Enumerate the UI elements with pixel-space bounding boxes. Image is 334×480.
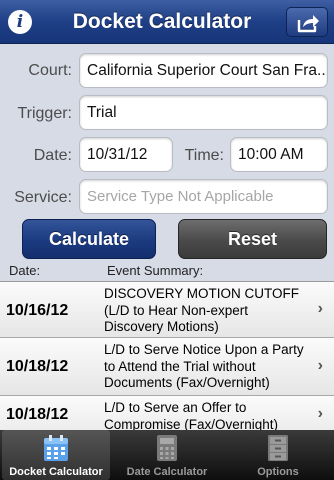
- tab-docket-calculator[interactable]: Docket Calculator: [2, 430, 110, 480]
- event-date: 10/16/12: [6, 302, 69, 319]
- date-field[interactable]: 10/31/12: [79, 137, 173, 172]
- date-column-header: Date:: [9, 263, 41, 278]
- summary-column-header: Event Summary:: [107, 263, 204, 278]
- trigger-field[interactable]: Trial: [79, 95, 328, 130]
- tab-label: Date Calculator: [126, 466, 208, 478]
- tab-bar: Docket Calculator Date Calculator Option…: [0, 430, 334, 480]
- event-summary: DISCOVERY MOTION CUTOFF (L/D to Hear Non…: [104, 286, 300, 334]
- court-label: Court:: [28, 62, 72, 79]
- chevron-right-icon: ›: [317, 405, 323, 422]
- time-field[interactable]: 10:00 AM: [230, 137, 328, 172]
- trigger-label: Trigger:: [17, 105, 72, 122]
- tab-label: Docket Calculator: [9, 466, 103, 478]
- event-summary: L/D to Serve Notice Upon a Party to Atte…: [104, 342, 304, 390]
- page-title: Docket Calculator: [72, 10, 252, 33]
- service-field[interactable]: Service Type Not Applicable: [79, 179, 328, 214]
- event-date: 10/18/12: [6, 358, 69, 375]
- tab-options[interactable]: Options: [224, 430, 332, 480]
- list-item[interactable]: 10/18/12 L/D to Serve an Offer to Compro…: [0, 396, 334, 430]
- share-icon: [297, 15, 319, 33]
- calculate-button[interactable]: Calculate: [22, 219, 156, 259]
- results-list: 10/16/12 DISCOVERY MOTION CUTOFF (L/D to…: [0, 281, 334, 430]
- calculator-icon: [157, 435, 177, 461]
- chevron-right-icon: ›: [317, 300, 323, 317]
- chevron-right-icon: ›: [317, 357, 323, 374]
- date-label: Date:: [33, 147, 72, 164]
- calendar-icon: [44, 435, 68, 461]
- file-cabinet-icon: [268, 435, 288, 461]
- event-summary: L/D to Serve an Offer to Compromise (Fax…: [104, 400, 279, 430]
- time-label: Time:: [184, 147, 224, 164]
- tab-label: Options: [257, 466, 299, 478]
- list-item[interactable]: 10/16/12 DISCOVERY MOTION CUTOFF (L/D to…: [0, 282, 334, 338]
- list-item[interactable]: 10/18/12 L/D to Serve Notice Upon a Part…: [0, 338, 334, 396]
- reset-button[interactable]: Reset: [178, 219, 327, 259]
- event-date: 10/18/12: [6, 406, 69, 423]
- navigation-bar: i Docket Calculator: [0, 0, 334, 44]
- info-icon[interactable]: i: [8, 10, 32, 34]
- service-label: Service:: [14, 189, 72, 206]
- share-button[interactable]: [286, 7, 328, 37]
- tab-date-calculator[interactable]: Date Calculator: [113, 430, 221, 480]
- court-field[interactable]: California Superior Court San Fra...: [79, 53, 328, 88]
